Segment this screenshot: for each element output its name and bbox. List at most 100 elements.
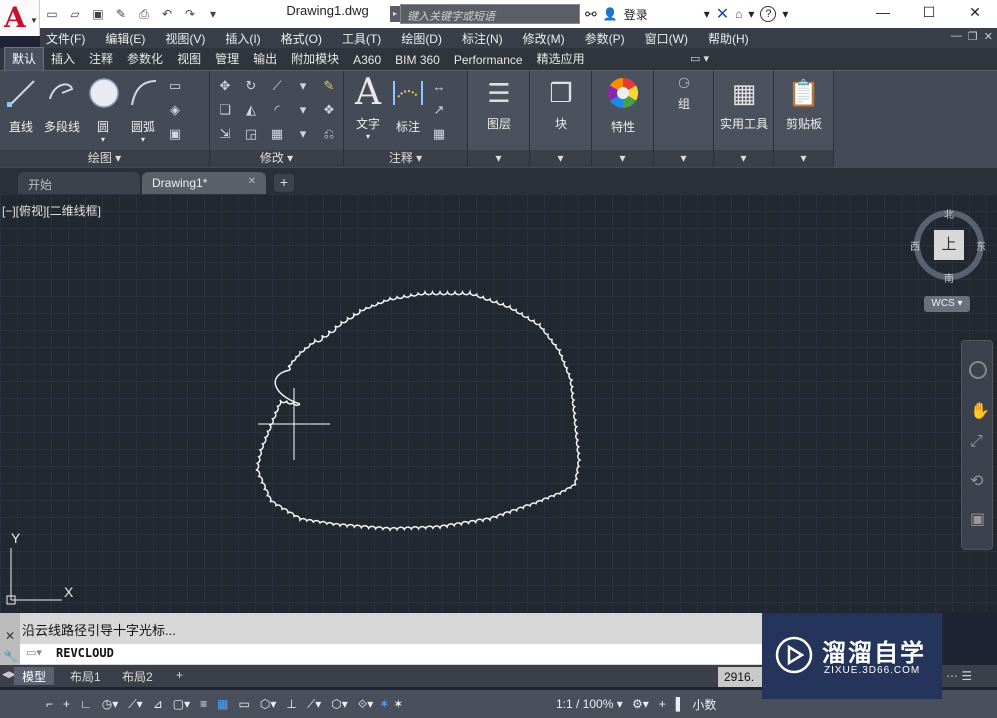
zoom-extents-icon[interactable]: ⤢ <box>970 433 983 451</box>
compass-north[interactable]: 北 <box>944 206 954 221</box>
close-icon[interactable]: ✕ <box>952 0 997 24</box>
tab-layout1[interactable]: 布局1 <box>62 667 109 685</box>
ribbon-tab[interactable]: Performance <box>447 51 530 70</box>
add-layout-button[interactable]: + <box>168 667 191 685</box>
hatch-icon[interactable]: ◈ <box>166 101 184 119</box>
arc-tool-button[interactable]: 圆弧 ▾ <box>126 75 160 144</box>
group-panel[interactable]: ⚆ 组 ▾ <box>654 71 714 167</box>
auto-scale-icon[interactable]: ✶ <box>393 697 403 711</box>
application-menu-button[interactable]: A ▼ <box>0 0 40 36</box>
block-panel[interactable]: ❒ 块 ▾ <box>530 71 592 167</box>
ribbon-tab[interactable]: 精选应用 <box>530 48 592 70</box>
close-icon[interactable]: ✕ <box>984 30 993 43</box>
chevron-down-icon[interactable]: ▾ <box>294 125 312 143</box>
explode-icon[interactable]: ❖ <box>320 101 338 119</box>
chevron-down-icon[interactable]: ▾ <box>654 150 713 167</box>
fillet-icon[interactable]: ◜ <box>268 101 286 119</box>
osnap-icon[interactable]: ⊿ <box>153 697 163 711</box>
menu-item[interactable]: 参数(P) <box>579 30 631 47</box>
new-tab-button[interactable]: + <box>274 174 294 192</box>
chevron-down-icon[interactable]: ▾ <box>592 150 653 167</box>
wrench-icon[interactable]: 🔧 <box>3 649 18 663</box>
units-icon[interactable]: ▌ <box>676 697 685 711</box>
properties-panel[interactable]: 特性 ▾ <box>592 71 654 167</box>
ribbon-tab[interactable]: A360 <box>346 51 388 70</box>
ribbon-tab[interactable]: 输出 <box>246 48 284 70</box>
binoculars-icon[interactable]: ⚯ <box>585 6 597 23</box>
isodraft-icon[interactable]: ⟋▾ <box>128 697 142 712</box>
wcs-menu[interactable]: WCS ▾ <box>924 296 970 312</box>
status-menu-icon[interactable]: ⋯ ☰ <box>946 669 972 683</box>
array-icon[interactable]: ▦ <box>268 125 286 143</box>
redo-icon[interactable]: ↷ <box>180 5 200 23</box>
ribbon-tab[interactable]: 注释 <box>82 48 120 70</box>
utilities-panel[interactable]: ▦ 实用工具 ▾ <box>714 71 774 167</box>
circle-tool-button[interactable]: 圆 ▾ <box>86 75 120 144</box>
tab-model[interactable]: 模型 <box>14 667 55 685</box>
line-tool-button[interactable]: 直线 <box>4 75 38 135</box>
ribbon-tab[interactable]: 附加模块 <box>284 48 346 70</box>
block-button[interactable]: ❒ 块 <box>542 75 580 132</box>
pan-icon[interactable]: ✋ <box>970 401 990 421</box>
object-snap-icon[interactable]: ▢▾ <box>173 697 190 711</box>
search-input[interactable]: 键入关键字或短语 <box>400 4 580 24</box>
linear-dimension-icon[interactable]: ↔ <box>430 77 448 95</box>
infer-icon[interactable]: + <box>63 697 70 711</box>
menu-item[interactable]: 视图(V) <box>159 30 211 47</box>
region-icon[interactable]: ▣ <box>166 125 184 143</box>
offset-icon[interactable]: ⎌ <box>320 125 338 143</box>
save-as-icon[interactable]: ✎ <box>111 5 131 23</box>
annotation-scale-icon[interactable]: ✶ <box>379 697 389 711</box>
move-icon[interactable]: ✥ <box>216 77 234 95</box>
help-icon[interactable]: ? <box>760 6 777 22</box>
mirror-icon[interactable]: ◭ <box>242 101 260 119</box>
stretch-icon[interactable]: ⇲ <box>216 125 234 143</box>
minimize-icon[interactable]: — <box>860 0 906 24</box>
viewport-controls-label[interactable]: [−][俯视][二维线框] <box>2 202 101 219</box>
table-icon[interactable]: ▦ <box>430 125 448 143</box>
layers-button[interactable]: ☰ 图层 <box>480 75 518 132</box>
coordinates-display[interactable]: 2916. <box>718 667 768 687</box>
rotate-icon[interactable]: ↻ <box>242 77 260 95</box>
erase-icon[interactable]: ✎ <box>320 77 338 95</box>
selection-cycling-icon[interactable]: ▭ <box>239 697 250 711</box>
close-icon[interactable]: ✕ <box>248 176 256 187</box>
menu-item[interactable]: 插入(I) <box>219 30 266 47</box>
trim-icon[interactable]: ⟋ <box>268 77 286 95</box>
annotation-scale-dropdown[interactable]: 1:1 / 100% ▾ <box>556 694 623 714</box>
workspace-icon[interactable]: ⟐▾ <box>358 697 373 712</box>
chevron-down-icon[interactable]: ▾ <box>350 132 386 141</box>
save-icon[interactable]: ▣ <box>88 5 108 23</box>
chevron-down-icon[interactable]: ▾ <box>126 135 160 144</box>
group-button[interactable]: ⚆ 组 <box>666 75 702 112</box>
dynamic-ucs-icon[interactable]: ⊥ <box>286 697 296 711</box>
print-icon[interactable]: ⎙ <box>134 5 154 23</box>
dimension-tool-button[interactable]: 标注 <box>390 75 426 135</box>
scale-icon[interactable]: ◲ <box>242 125 260 143</box>
customize-icon[interactable]: ▾ <box>203 5 223 23</box>
steering-wheel-icon[interactable] <box>969 361 987 379</box>
text-tool-button[interactable]: A 文字 ▾ <box>350 75 386 142</box>
snap-icon[interactable]: ⌐ <box>46 697 53 711</box>
menu-item[interactable]: 绘图(D) <box>395 30 448 47</box>
ribbon-toggle-icon[interactable]: ▭ ▾ <box>690 52 709 65</box>
new-file-icon[interactable]: ▭ <box>42 5 62 23</box>
search-expand-icon[interactable]: ▸ <box>390 6 400 22</box>
ortho-icon[interactable]: ∟ <box>80 697 92 711</box>
menu-item[interactable]: 编辑(E) <box>99 30 151 47</box>
chevron-down-icon[interactable]: ▾ <box>468 150 529 167</box>
rectangle-icon[interactable]: ▭ <box>166 77 184 95</box>
command-input[interactable]: REVCLOUD <box>20 644 762 664</box>
draw-panel-title[interactable]: 绘图 ▾ <box>0 150 209 167</box>
ribbon-tab[interactable]: 默认 <box>4 47 45 70</box>
menu-item[interactable]: 修改(M) <box>517 30 571 47</box>
chevron-down-icon[interactable]: ▾ <box>704 7 710 21</box>
ribbon-tab[interactable]: BIM 360 <box>388 51 447 70</box>
start-tab[interactable]: 开始 <box>18 172 140 194</box>
layers-panel[interactable]: ☰ 图层 ▾ <box>468 71 530 167</box>
ribbon-tab[interactable]: 插入 <box>44 48 82 70</box>
drawing-tab[interactable]: Drawing1* ✕ <box>142 172 266 194</box>
login-link[interactable]: 登录 <box>624 6 648 23</box>
menu-item[interactable]: 帮助(H) <box>702 30 755 47</box>
menu-item[interactable]: 工具(T) <box>336 30 387 47</box>
